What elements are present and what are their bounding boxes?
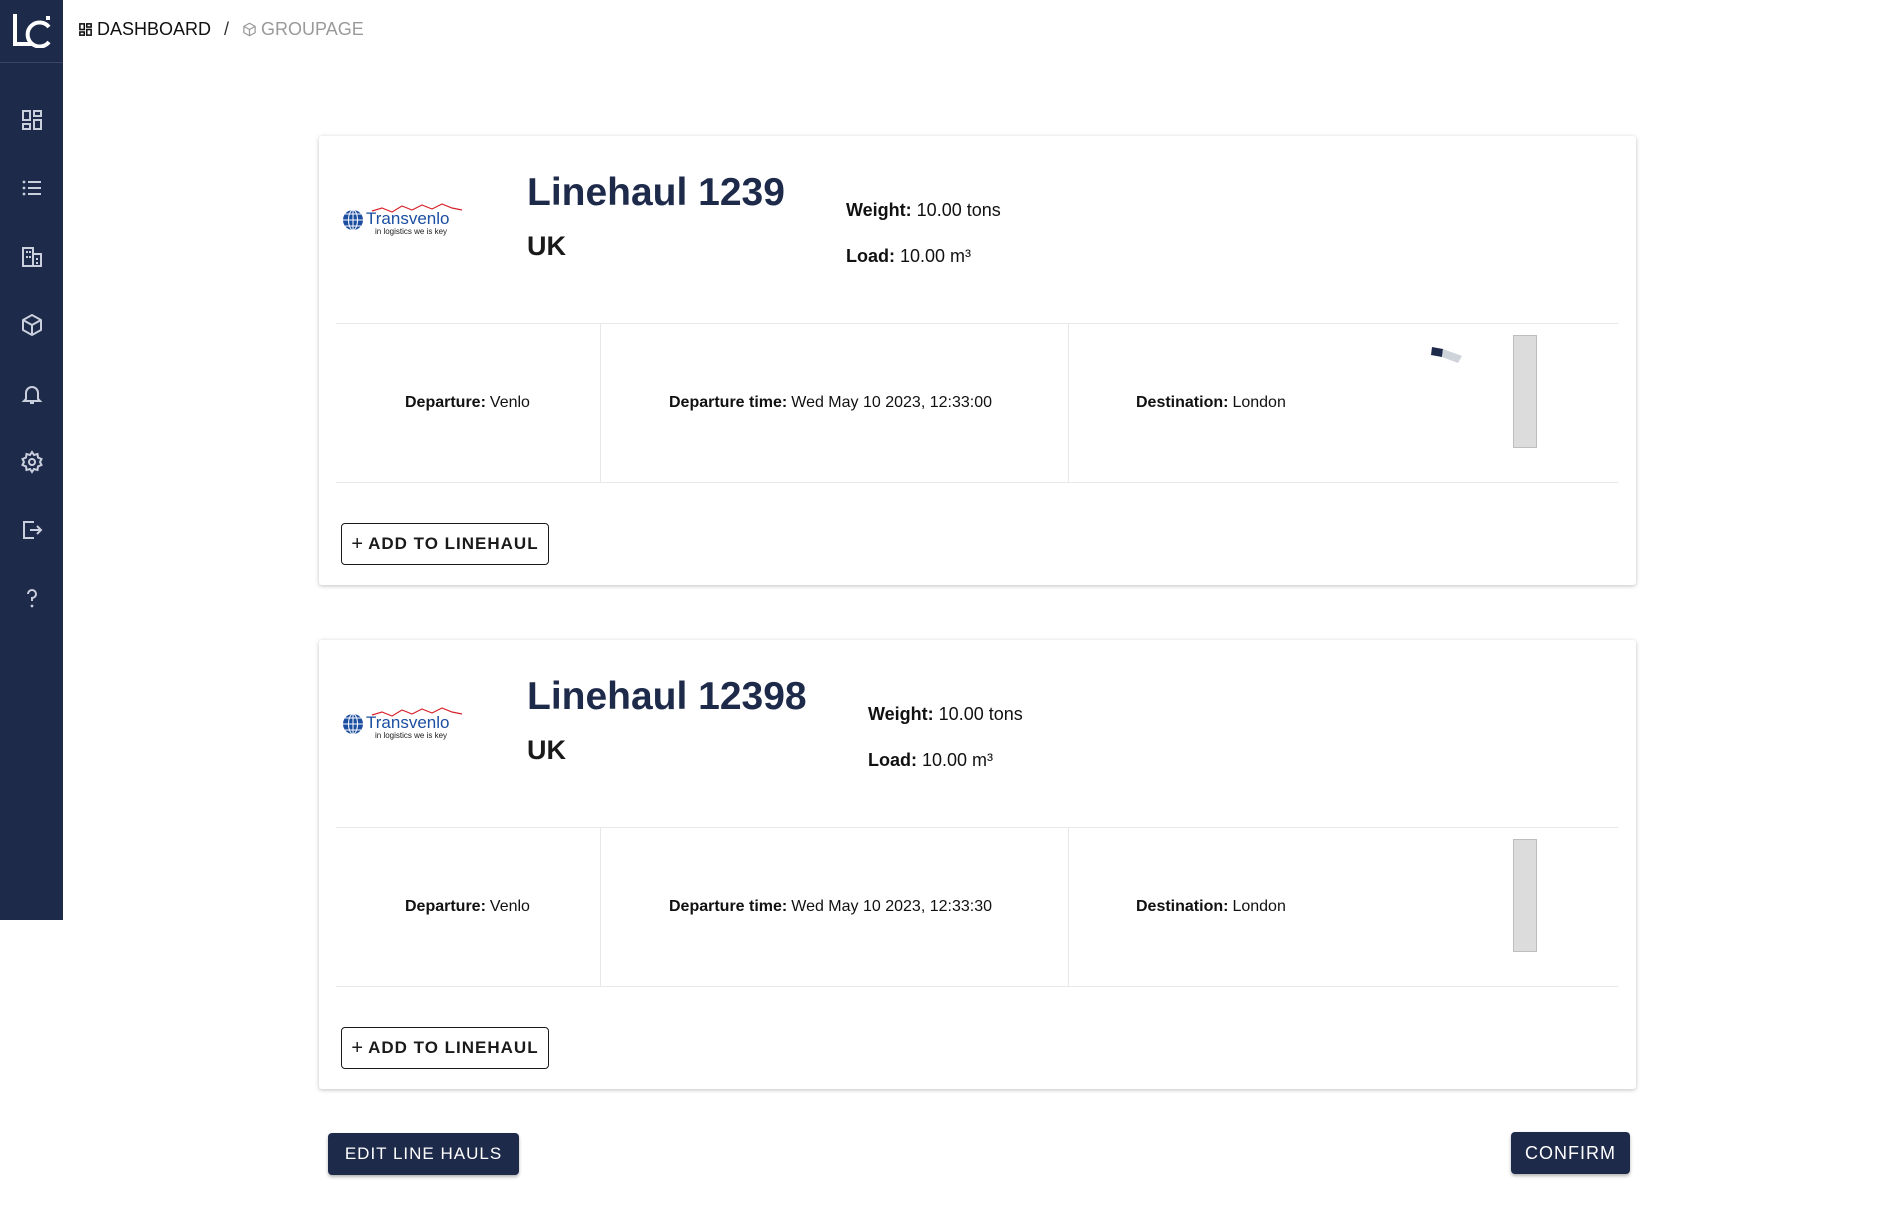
breadcrumb-dashboard[interactable]: DASHBOARD xyxy=(78,19,211,40)
weight-stat: Weight: 10.00 tons xyxy=(868,704,1023,725)
departure-value: Venlo xyxy=(489,898,530,915)
add-to-linehaul-button[interactable]: + ADD TO LINEHAUL xyxy=(341,523,549,565)
sidebar-item-notifications[interactable] xyxy=(0,374,63,414)
linehaul-region: UK xyxy=(527,231,566,261)
destination-label: Destination: xyxy=(1136,394,1229,411)
svg-text:Transvenlo: Transvenlo xyxy=(366,713,449,732)
weight-label: Weight: xyxy=(868,704,934,724)
linehaul-details: Departure: Venlo Departure time: Wed May… xyxy=(336,827,1618,987)
plus-icon: + xyxy=(351,1036,365,1059)
departure-value: Venlo xyxy=(489,394,530,411)
divider xyxy=(600,324,601,482)
sidebar xyxy=(0,0,63,920)
sidebar-item-dashboard[interactable] xyxy=(0,100,63,140)
departure-time-value: Wed May 10 2023, 12:33:30 xyxy=(791,898,992,915)
divider xyxy=(1068,324,1069,482)
divider xyxy=(1068,828,1069,986)
divider xyxy=(600,828,601,986)
linehaul-title: Linehaul 12398 xyxy=(527,675,807,718)
destination-label: Destination: xyxy=(1136,898,1229,915)
loading-spinner-icon xyxy=(1431,347,1462,363)
load-label: Load: xyxy=(868,750,917,770)
dashboard-icon xyxy=(79,23,92,36)
weight-value: 10.00 tons xyxy=(916,200,1001,220)
departure-time-value: Wed May 10 2023, 12:33:00 xyxy=(791,394,992,411)
bell-icon xyxy=(21,386,42,404)
departure-cell: Departure: Venlo xyxy=(405,828,530,986)
destination-cell: Destination: London xyxy=(1136,828,1286,986)
sidebar-item-groupage[interactable] xyxy=(0,305,63,345)
breadcrumb-groupage: GROUPAGE xyxy=(242,19,364,40)
departure-time-label: Departure time: xyxy=(669,898,788,915)
breadcrumb-groupage-label: GROUPAGE xyxy=(261,19,364,39)
breadcrumb: DASHBOARD / GROUPAGE xyxy=(78,19,364,40)
app-logo[interactable] xyxy=(0,0,63,63)
linehaul-card: Transvenlo in logistics we is key Lineha… xyxy=(319,136,1636,585)
departure-time-cell: Departure time: Wed May 10 2023, 12:33:0… xyxy=(669,324,992,482)
departure-cell: Departure: Venlo xyxy=(405,324,530,482)
load-value: 10.00 m³ xyxy=(922,750,994,770)
load-label: Load: xyxy=(846,246,895,266)
load-stat: Load: 10.00 m³ xyxy=(846,246,971,267)
confirm-button[interactable]: CONFIRM xyxy=(1511,1132,1630,1174)
linehaul-details: Departure: Venlo Departure time: Wed May… xyxy=(336,323,1618,483)
sidebar-item-logout[interactable] xyxy=(0,510,63,550)
svg-text:in logistics we is key: in logistics we is key xyxy=(375,227,447,236)
breadcrumb-dashboard-label: DASHBOARD xyxy=(97,19,212,39)
list-icon xyxy=(22,180,41,196)
linehaul-region: UK xyxy=(527,735,566,765)
cube-icon xyxy=(243,22,256,37)
destination-value: London xyxy=(1232,394,1286,411)
weight-value: 10.00 tons xyxy=(938,704,1023,724)
capacity-bar xyxy=(1513,335,1537,448)
weight-label: Weight: xyxy=(846,200,912,220)
sidebar-item-help[interactable] xyxy=(0,578,63,618)
gear-icon xyxy=(20,450,43,474)
svg-text:Transvenlo: Transvenlo xyxy=(366,209,449,228)
sidebar-item-settings[interactable] xyxy=(0,442,63,482)
sidebar-item-list[interactable] xyxy=(0,168,63,208)
package-icon xyxy=(21,314,42,336)
logout-icon xyxy=(22,521,42,539)
svg-text:in logistics we is key: in logistics we is key xyxy=(375,731,447,740)
transvenlo-logo: Transvenlo in logistics we is key xyxy=(343,203,463,236)
departure-time-cell: Departure time: Wed May 10 2023, 12:33:3… xyxy=(669,828,992,986)
linehaul-title: Linehaul 1239 xyxy=(527,171,785,214)
sidebar-item-buildings[interactable] xyxy=(0,237,63,277)
building-icon xyxy=(21,247,42,267)
add-to-linehaul-label: ADD TO LINEHAUL xyxy=(368,534,539,553)
transvenlo-logo: Transvenlo in logistics we is key xyxy=(343,707,463,740)
edit-line-hauls-button[interactable]: EDIT LINE HAULS xyxy=(328,1133,519,1175)
departure-label: Departure: xyxy=(405,898,486,915)
add-to-linehaul-button[interactable]: + ADD TO LINEHAUL xyxy=(341,1027,549,1069)
help-icon xyxy=(26,589,37,608)
load-stat: Load: 10.00 m³ xyxy=(868,750,993,771)
destination-value: London xyxy=(1232,898,1286,915)
plus-icon: + xyxy=(351,532,365,555)
breadcrumb-separator: / xyxy=(224,19,230,39)
lc-logo-icon xyxy=(12,14,51,48)
add-to-linehaul-label: ADD TO LINEHAUL xyxy=(368,1038,539,1057)
dashboard-icon xyxy=(21,110,42,130)
capacity-bar xyxy=(1513,839,1537,952)
load-value: 10.00 m³ xyxy=(900,246,972,266)
destination-cell: Destination: London xyxy=(1136,324,1286,482)
departure-label: Departure: xyxy=(405,394,486,411)
weight-stat: Weight: 10.00 tons xyxy=(846,200,1001,221)
linehaul-card: Transvenlo in logistics we is key Lineha… xyxy=(319,640,1636,1089)
departure-time-label: Departure time: xyxy=(669,394,788,411)
